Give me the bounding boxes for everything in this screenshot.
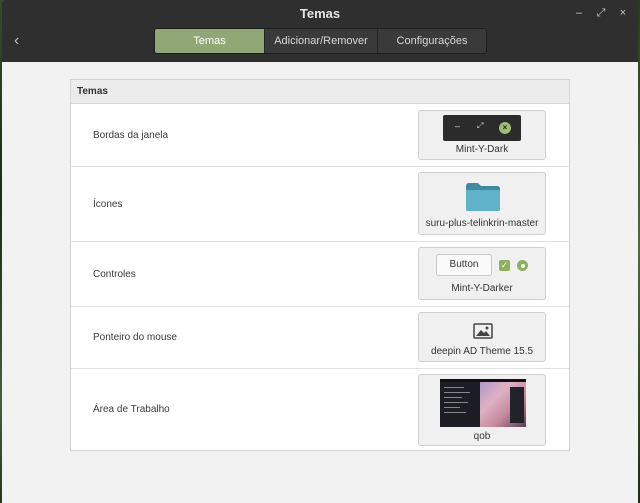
tab-temas[interactable]: Temas [155, 29, 265, 53]
tab-configuracoes[interactable]: Configurações [378, 29, 486, 53]
close-icon: × [499, 122, 511, 134]
row-desktop: Área de Trabalho qob [71, 369, 569, 451]
mouse-pointer-chooser[interactable]: deepin AD Theme 15.5 [418, 312, 546, 362]
thumbnail-line [444, 397, 462, 398]
window-title: Temas [299, 6, 341, 21]
row-label: Área de Trabalho [93, 404, 170, 415]
thumbnail-line [444, 387, 464, 388]
chooser-value: qob [473, 431, 491, 442]
thumbnail-line [444, 412, 466, 413]
checkbox-checked-icon: ✓ [499, 260, 510, 271]
minimize-icon: – [455, 121, 461, 131]
folder-icon [466, 183, 500, 211]
window-borders-preview: – ⤢ × [443, 115, 521, 141]
chooser-value: Mint-Y-Dark [455, 144, 509, 155]
maximize-icon[interactable]: ⤢ [594, 6, 608, 20]
controls-chooser[interactable]: Button ✓ Mint-Y-Darker [418, 247, 546, 300]
titlebar: Temas ‹ – ⤢ × Temas Adicionar/Remover Co… [2, 0, 638, 62]
wallpaper-thumbnail [440, 379, 526, 427]
chooser-value: Mint-Y-Darker [451, 283, 513, 294]
row-label: Bordas da janela [93, 130, 169, 141]
row-label: Ícones [93, 199, 123, 210]
tab-adicionar-remover[interactable]: Adicionar/Remover [265, 29, 378, 53]
close-icon[interactable]: × [616, 6, 630, 20]
minimize-icon[interactable]: – [572, 6, 586, 20]
chooser-value: deepin AD Theme 15.5 [430, 346, 534, 357]
thumbnail-topbar [440, 379, 526, 382]
back-arrow-icon[interactable]: ‹ [14, 32, 30, 50]
thumbnail-line [444, 392, 470, 393]
row-label: Controles [93, 269, 136, 280]
row-controls: Controles Button ✓ Mint-Y-Darker [71, 242, 569, 307]
chooser-value: suru-plus-telinkrin-master [425, 218, 539, 229]
panel-heading: Temas [71, 80, 569, 104]
thumbnail-line [444, 407, 460, 408]
image-icon [473, 323, 493, 339]
row-mouse-pointer: Ponteiro do mouse deepin AD Theme 15.5 [71, 307, 569, 369]
row-label: Ponteiro do mouse [93, 332, 177, 343]
radio-selected-icon [517, 260, 528, 271]
themes-panel: Temas Bordas da janela – ⤢ × Mint-Y-Dark… [70, 79, 570, 451]
thumbnail-panel [510, 387, 524, 423]
row-icons: Ícones suru-plus-telinkrin-master [71, 167, 569, 242]
button-preview: Button [436, 254, 492, 276]
window-borders-chooser[interactable]: – ⤢ × Mint-Y-Dark [418, 110, 546, 160]
icons-chooser[interactable]: suru-plus-telinkrin-master [418, 172, 546, 235]
themes-window: Temas ‹ – ⤢ × Temas Adicionar/Remover Co… [2, 0, 638, 503]
tab-switcher: Temas Adicionar/Remover Configurações [154, 28, 487, 54]
desktop-chooser[interactable]: qob [418, 374, 546, 446]
main-content: Temas Bordas da janela – ⤢ × Mint-Y-Dark… [2, 62, 638, 503]
thumbnail-line [444, 402, 468, 403]
maximize-icon: ⤢ [477, 121, 484, 130]
row-window-borders: Bordas da janela – ⤢ × Mint-Y-Dark [71, 105, 569, 167]
